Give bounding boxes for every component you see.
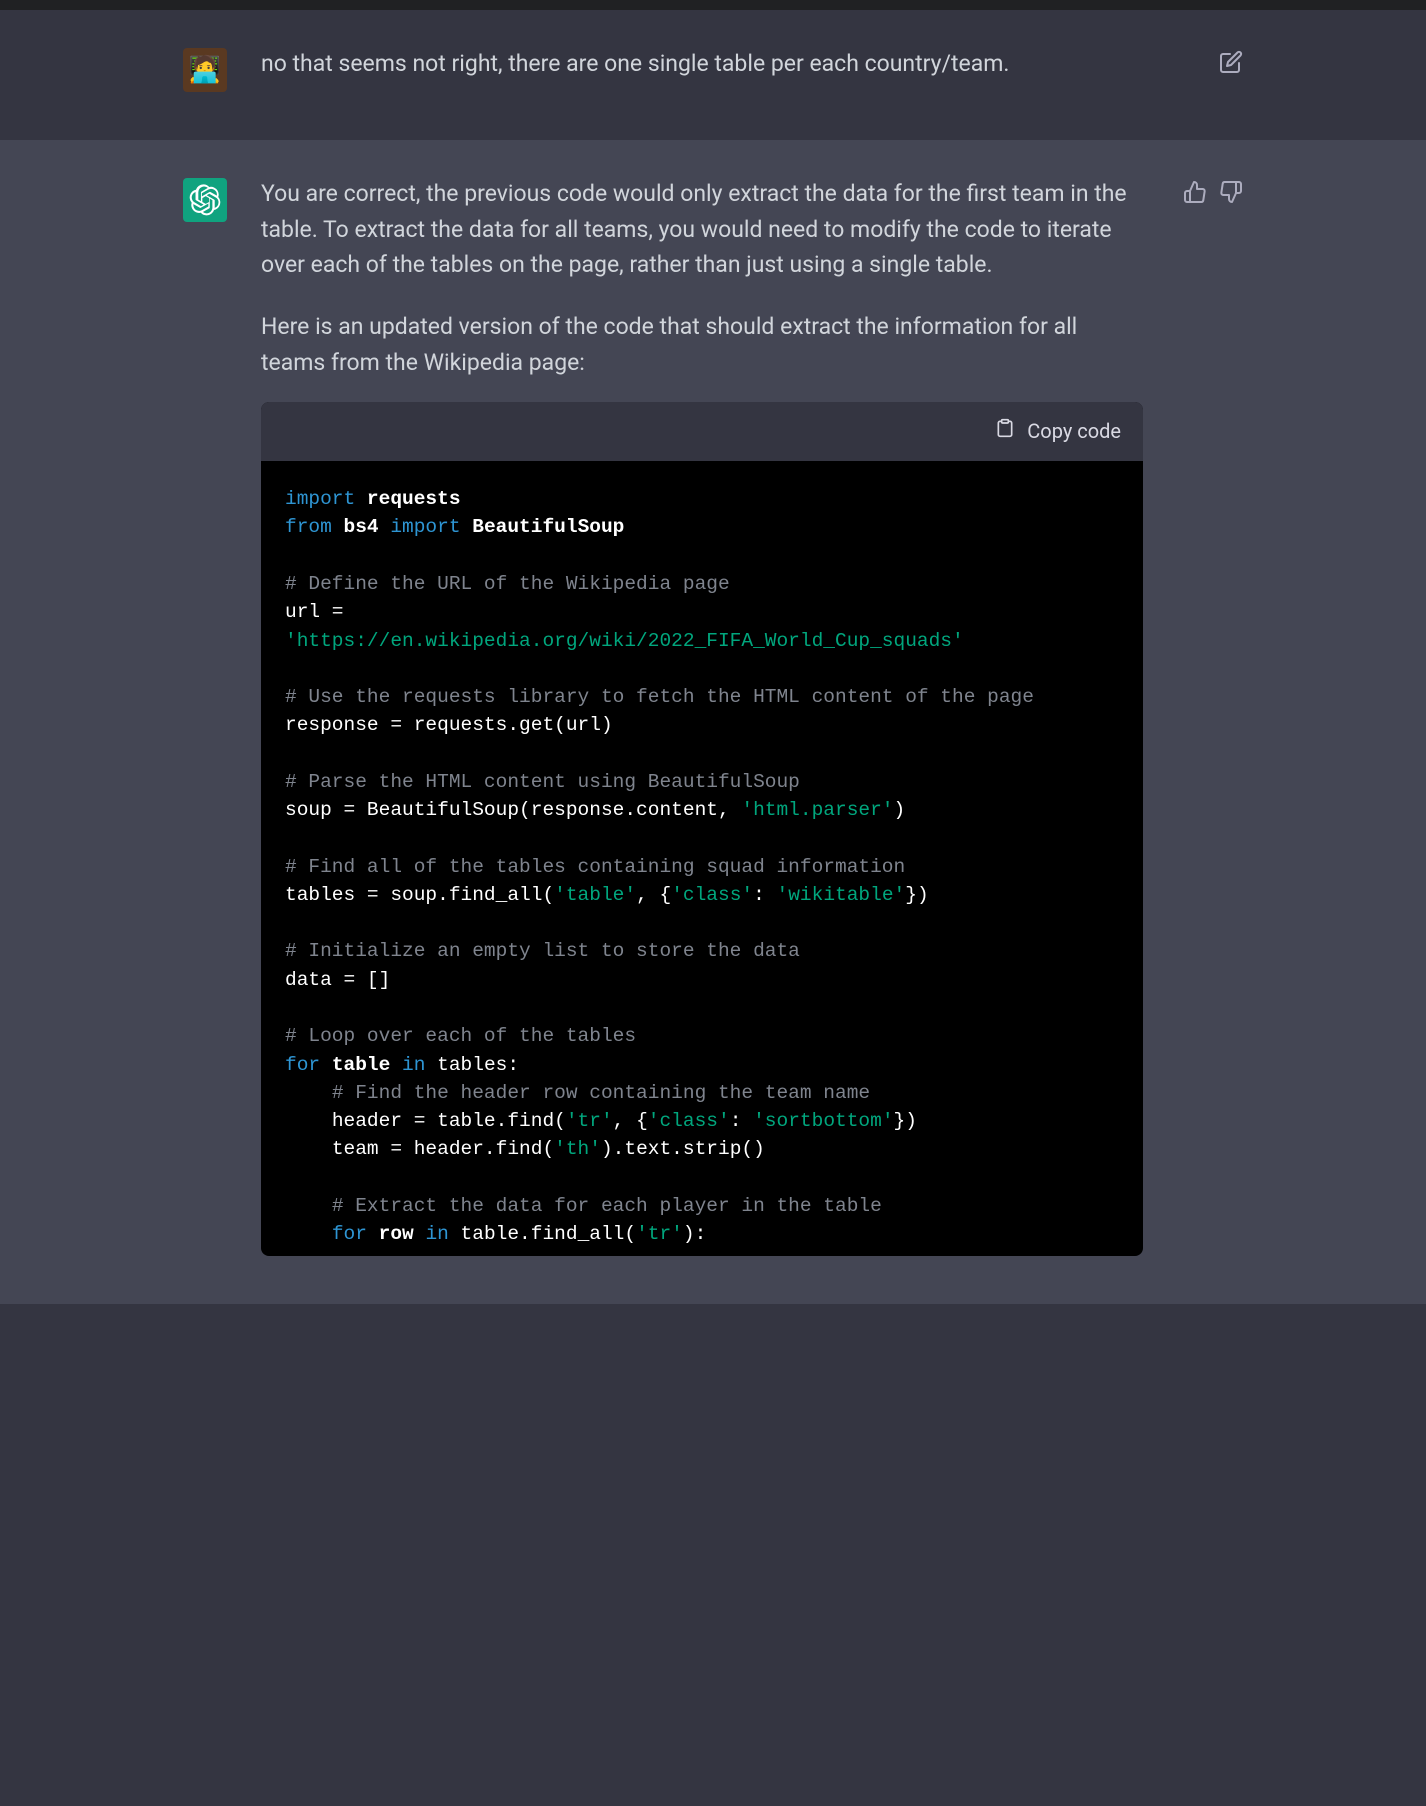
kw-in: in	[402, 1054, 425, 1076]
id-tables: tables:	[437, 1054, 519, 1076]
comment-line: # Define the URL of the Wikipedia page	[285, 573, 730, 595]
kw-for: for	[285, 1054, 320, 1076]
comment-line: # Find all of the tables containing squa…	[285, 856, 905, 878]
code-line: soup = BeautifulSoup(response.content,	[285, 799, 741, 821]
id-bs4: bs4	[344, 516, 379, 538]
code-line: })	[905, 884, 928, 906]
id-row: row	[379, 1223, 414, 1245]
user-message-row: 🧑‍💻 no that seems not right, there are o…	[0, 10, 1426, 140]
string-literal: 'html.parser'	[741, 799, 893, 821]
code-line: ).text.strip()	[601, 1138, 765, 1160]
code-line: :	[753, 884, 776, 906]
id-beautifulsoup: BeautifulSoup	[472, 516, 624, 538]
comment-line: # Use the requests library to fetch the …	[285, 686, 1034, 708]
string-literal: 'class'	[648, 1110, 730, 1132]
user-avatar: 🧑‍💻	[183, 48, 227, 92]
assistant-message-text: You are correct, the previous code would…	[261, 176, 1141, 380]
code-line: )	[894, 799, 906, 821]
code-line: ):	[683, 1223, 706, 1245]
code-line: response = requests.get(url)	[285, 714, 613, 736]
code-header: Copy code	[261, 402, 1143, 461]
kw-import2: import	[390, 516, 460, 538]
comment-line: # Initialize an empty list to store the …	[285, 940, 800, 962]
comment-line: # Loop over each of the tables	[285, 1025, 636, 1047]
code-line: url =	[285, 601, 344, 623]
string-literal: 'class'	[671, 884, 753, 906]
code-line: , {	[613, 1110, 648, 1132]
window-top-border	[0, 0, 1426, 10]
copy-code-label: Copy code	[1027, 416, 1121, 447]
code-line: tables = soup.find_all(	[285, 884, 554, 906]
code-line: :	[730, 1110, 753, 1132]
thumbs-up-icon[interactable]	[1183, 180, 1207, 204]
string-literal: 'tr'	[636, 1223, 683, 1245]
copy-code-button[interactable]: Copy code	[995, 416, 1121, 447]
comment-line: # Parse the HTML content using Beautiful…	[285, 771, 800, 793]
kw-for: for	[332, 1223, 367, 1245]
string-literal: 'sortbottom'	[753, 1110, 893, 1132]
edit-icon[interactable]	[1219, 50, 1243, 74]
code-line: team = header.find(	[332, 1138, 554, 1160]
assistant-para-1: You are correct, the previous code would…	[261, 176, 1141, 283]
assistant-message-row: You are correct, the previous code would…	[0, 140, 1426, 1304]
kw-from: from	[285, 516, 332, 538]
code-block: Copy code import requests from bs4 impor…	[261, 402, 1143, 1256]
kw-in: in	[425, 1223, 448, 1245]
code-body[interactable]: import requests from bs4 import Beautifu…	[261, 461, 1143, 1256]
string-literal: 'tr'	[566, 1110, 613, 1132]
code-line: })	[894, 1110, 917, 1132]
clipboard-icon	[995, 416, 1015, 447]
string-literal: 'th'	[554, 1138, 601, 1160]
comment-line: # Find the header row containing the tea…	[332, 1082, 870, 1104]
kw-import: import	[285, 488, 355, 510]
thumbs-down-icon[interactable]	[1219, 180, 1243, 204]
code-line: , {	[636, 884, 671, 906]
comment-line: # Extract the data for each player in th…	[332, 1195, 882, 1217]
string-literal: 'https://en.wikipedia.org/wiki/2022_FIFA…	[285, 630, 964, 652]
code-line: data = []	[285, 969, 390, 991]
assistant-avatar	[183, 178, 227, 222]
string-literal: 'wikitable'	[777, 884, 906, 906]
user-message-text: no that seems not right, there are one s…	[261, 46, 1141, 82]
code-line: table.find_all(	[461, 1223, 637, 1245]
id-table: table	[332, 1054, 391, 1076]
assistant-para-2: Here is an updated version of the code t…	[261, 309, 1141, 380]
id-requests: requests	[367, 488, 461, 510]
code-line: header = table.find(	[332, 1110, 566, 1132]
string-literal: 'table'	[554, 884, 636, 906]
